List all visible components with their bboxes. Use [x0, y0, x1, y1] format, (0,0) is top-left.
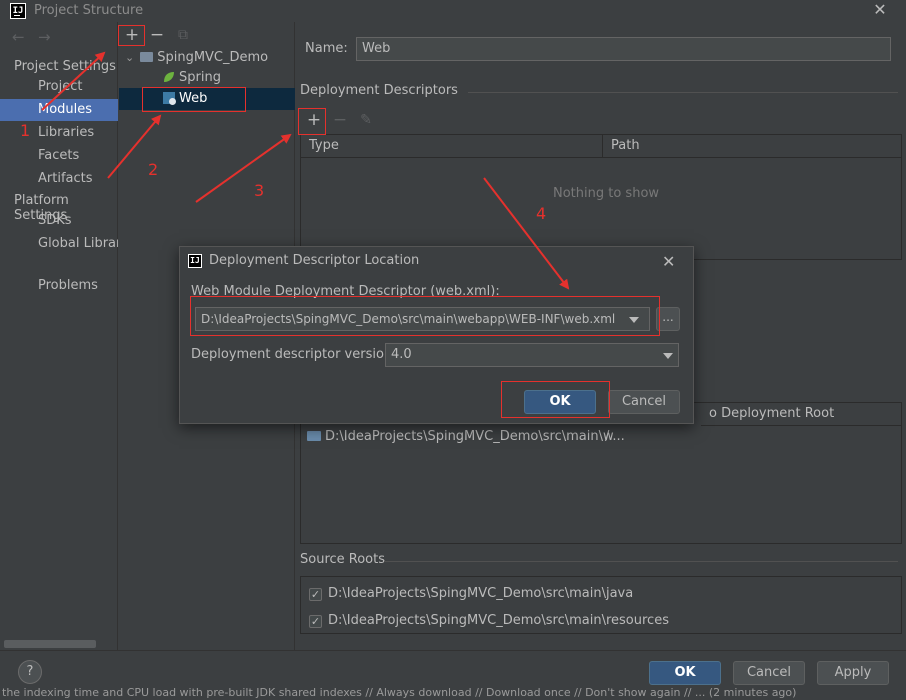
nav-item-project[interactable]: Project: [0, 76, 118, 98]
nav-scrollbar[interactable]: [4, 640, 96, 648]
descriptor-version-combo[interactable]: 4.0: [385, 343, 679, 367]
chevron-down-icon[interactable]: [663, 353, 673, 359]
annotation-box-add-descriptor: [298, 108, 326, 135]
forward-arrow-icon[interactable]: →: [38, 28, 51, 46]
section-separator: [468, 92, 898, 93]
web-root-dir: D:\IdeaProjects\SpingMVC_Demo\src\main\w…: [325, 429, 625, 444]
dialog-close-icon[interactable]: ✕: [662, 252, 675, 271]
back-arrow-icon[interactable]: ←: [12, 28, 25, 46]
annotation-number-2: 2: [148, 160, 159, 179]
copy-module-button[interactable]: ⧉: [173, 25, 193, 45]
module-folder-icon: [140, 52, 154, 62]
close-window-icon[interactable]: ✕: [872, 2, 888, 18]
tree-row-module[interactable]: ⌄ SpingMVC_Demo: [125, 48, 268, 68]
col-header-path[interactable]: Path: [603, 135, 901, 158]
source-root-path: D:\IdeaProjects\SpingMVC_Demo\src\main\r…: [328, 613, 669, 628]
apply-button[interactable]: Apply: [817, 661, 889, 685]
tree-row-spring[interactable]: Spring: [163, 68, 221, 88]
nav-item-facets[interactable]: Facets: [0, 145, 118, 167]
list-item[interactable]: ✓ D:\IdeaProjects\SpingMVC_Demo\src\main\…: [309, 586, 633, 604]
remove-descriptor-button[interactable]: −: [330, 110, 350, 130]
window-title: Project Structure: [34, 3, 144, 18]
remove-module-button[interactable]: −: [147, 25, 167, 45]
tree-label-spring: Spring: [179, 70, 221, 85]
ok-button[interactable]: OK: [649, 661, 721, 685]
spring-leaf-icon: [163, 70, 175, 82]
annotation-box-web-facet: [142, 87, 246, 112]
source-root-path: D:\IdeaProjects\SpingMVC_Demo\src\main\j…: [328, 586, 634, 601]
nav-item-global-libraries[interactable]: Global Libraries: [0, 233, 118, 255]
descriptor-version-value: 4.0: [391, 347, 412, 362]
nav-item-problems[interactable]: Problems: [0, 275, 118, 297]
status-bar-text: the indexing time and CPU load with pre-…: [2, 688, 797, 699]
web-root-path: /: [605, 429, 610, 444]
nav-item-sdks[interactable]: SDKs: [0, 210, 118, 232]
cancel-button[interactable]: Cancel: [733, 661, 805, 685]
list-item[interactable]: ✓ D:\IdeaProjects\SpingMVC_Demo\src\main\…: [309, 613, 669, 631]
expand-chevron-icon[interactable]: ⌄: [125, 51, 134, 64]
annotation-number-4: 4: [536, 204, 547, 223]
name-label: Name:: [305, 41, 348, 56]
section-separator: [384, 561, 898, 562]
source-roots-table: ✓ D:\IdeaProjects\SpingMVC_Demo\src\main\…: [300, 576, 902, 634]
dialog-cancel-button[interactable]: Cancel: [608, 390, 680, 414]
col-header-type[interactable]: Type: [301, 135, 603, 158]
annotation-box-add-module: [118, 25, 145, 46]
empty-table-text: Nothing to show: [553, 186, 660, 201]
settings-nav: ← → Project Settings Project Modules Lib…: [0, 22, 118, 650]
annotation-number-3: 3: [254, 181, 265, 200]
dialog-title: Deployment Descriptor Location: [209, 253, 420, 268]
table-row[interactable]: D:\IdeaProjects\SpingMVC_Demo\src\main\w…: [301, 427, 901, 447]
project-settings-header: Project Settings: [14, 59, 116, 74]
title-bar: IJ Project Structure ✕: [0, 0, 906, 22]
descriptors-table: Type Path Nothing to show: [300, 134, 902, 260]
annotation-box-descriptor-path: [190, 296, 660, 336]
help-button[interactable]: ?: [18, 660, 42, 684]
nav-item-libraries[interactable]: Libraries: [0, 122, 118, 144]
web-folder-icon: [307, 431, 321, 441]
source-roots-title: Source Roots: [300, 552, 386, 567]
deployment-descriptors-title: Deployment Descriptors: [300, 83, 458, 98]
intellij-logo-icon: IJ: [10, 3, 26, 19]
module-name: SpingMVC_Demo: [157, 50, 269, 65]
nav-item-artifacts[interactable]: Artifacts: [0, 168, 118, 190]
intellij-logo-icon: IJ: [188, 254, 202, 268]
nav-item-modules[interactable]: Modules: [0, 99, 118, 121]
descriptor-version-label: Deployment descriptor version: [191, 347, 393, 362]
annotation-box-ok: [501, 381, 610, 418]
facet-name-field[interactable]: Web: [356, 37, 891, 61]
source-root-checkbox[interactable]: ✓: [309, 615, 322, 628]
col-header-deployment-root[interactable]: o Deployment Root: [701, 403, 901, 426]
edit-descriptor-button[interactable]: ✎: [356, 110, 376, 130]
annotation-number-1: 1: [20, 121, 31, 140]
source-root-checkbox[interactable]: ✓: [309, 588, 322, 601]
